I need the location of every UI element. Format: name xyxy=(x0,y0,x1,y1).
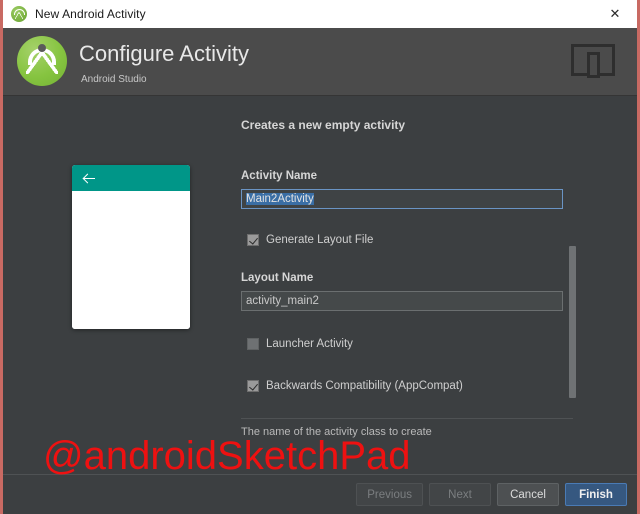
next-button[interactable]: Next xyxy=(429,483,491,506)
finish-button[interactable]: Finish xyxy=(565,483,627,506)
logo-legs xyxy=(26,52,58,74)
generate-layout-file-checkbox[interactable] xyxy=(247,234,259,246)
page-subtitle: Android Studio xyxy=(81,74,147,85)
launcher-activity-checkbox-row[interactable]: Launcher Activity xyxy=(247,338,353,350)
logo-head xyxy=(38,44,46,52)
form-scrollbar[interactable] xyxy=(569,246,576,398)
window-title: New Android Activity xyxy=(35,7,146,21)
generate-layout-file-checkbox-row[interactable]: Generate Layout File xyxy=(247,234,373,246)
cancel-button[interactable]: Cancel xyxy=(497,483,559,506)
form-divider xyxy=(241,418,573,419)
dialog-body: Creates a new empty activity Activity Na… xyxy=(3,96,637,474)
layout-name-input[interactable]: activity_main2 xyxy=(241,291,563,311)
dialog-header: Configure Activity Android Studio xyxy=(3,28,637,96)
window-titlebar: New Android Activity ✕ xyxy=(3,0,637,28)
dialog-footer: Previous Next Cancel Finish xyxy=(3,474,637,514)
backwards-compatibility-checkbox-row[interactable]: Backwards Compatibility (AppCompat) xyxy=(247,380,463,392)
close-icon[interactable]: ✕ xyxy=(593,0,637,28)
help-text: The name of the activity class to create xyxy=(241,426,432,438)
android-studio-logo-icon xyxy=(17,36,67,86)
layout-name-label: Layout Name xyxy=(241,272,314,284)
new-android-activity-dialog: New Android Activity ✕ Configure Activit… xyxy=(0,0,640,514)
activity-name-value: Main2Activity xyxy=(246,193,314,205)
activity-preview xyxy=(72,165,190,329)
activity-name-label: Activity Name xyxy=(241,170,318,182)
footer-button-group: Previous Next Cancel Finish xyxy=(356,483,627,506)
device-preview-icon xyxy=(571,44,615,78)
backwards-compatibility-label: Backwards Compatibility (AppCompat) xyxy=(266,380,463,392)
previous-button[interactable]: Previous xyxy=(356,483,423,506)
back-arrow-icon xyxy=(82,173,95,184)
backwards-compatibility-checkbox[interactable] xyxy=(247,380,259,392)
launcher-activity-label: Launcher Activity xyxy=(266,338,353,350)
page-title: Configure Activity xyxy=(79,41,249,66)
phone-shape xyxy=(587,52,600,78)
preview-appbar xyxy=(72,165,190,191)
generate-layout-file-label: Generate Layout File xyxy=(266,234,374,246)
template-description: Creates a new empty activity xyxy=(241,118,406,132)
activity-config-form: Activity Name Main2Activity Generate Lay… xyxy=(241,154,567,409)
launcher-activity-checkbox[interactable] xyxy=(247,338,259,350)
android-studio-icon xyxy=(11,6,27,22)
activity-name-input[interactable]: Main2Activity xyxy=(241,189,563,209)
layout-name-value: activity_main2 xyxy=(246,295,319,307)
arrow-head xyxy=(82,173,92,184)
preview-content-area xyxy=(72,191,190,329)
